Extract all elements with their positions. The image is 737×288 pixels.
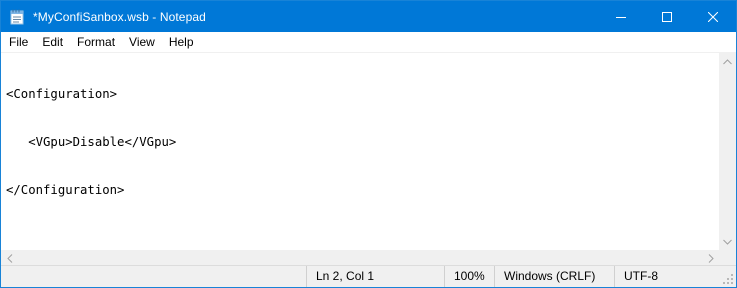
scroll-up-arrow[interactable] [719,53,736,70]
status-cursor-position: Ln 2, Col 1 [306,266,374,287]
text-line: <VGpu>Disable</VGpu> [6,135,177,149]
title-bar[interactable]: *MyConfiSanbox.wsb - Notepad [1,1,736,32]
close-button[interactable] [690,1,736,32]
status-line-endings: Windows (CRLF) [494,266,595,287]
caption-buttons [598,1,736,32]
status-bar: Ln 2, Col 1 100% Windows (CRLF) UTF-8 [1,265,736,287]
chevron-left-icon [6,254,12,263]
chevron-up-icon [723,58,732,64]
text-line: <Configuration> [6,87,118,101]
status-zoom: 100% [444,266,485,287]
menu-bar: File Edit Format View Help [1,32,736,52]
menu-format[interactable]: Format [70,32,122,52]
text-line: </Configuration> [6,183,125,197]
menu-edit[interactable]: Edit [35,32,70,52]
minimize-icon [616,16,626,18]
window-title: *MyConfiSanbox.wsb - Notepad [33,9,206,24]
vertical-scrollbar[interactable] [719,53,736,250]
maximize-button[interactable] [644,1,690,32]
resize-grip-icon[interactable] [723,274,734,285]
chevron-down-icon [723,239,732,245]
maximize-icon [662,11,672,22]
menu-file[interactable]: File [2,32,35,52]
chevron-right-icon [708,254,714,263]
minimize-button[interactable] [598,1,644,32]
text-editor[interactable]: <Configuration> <VGpu>Disable</VGpu> </C… [1,53,719,250]
notepad-icon [9,9,25,25]
scroll-down-arrow[interactable] [719,233,736,250]
status-encoding: UTF-8 [614,266,658,287]
menu-help[interactable]: Help [162,32,201,52]
notepad-window: *MyConfiSanbox.wsb - Notepad File Edit F… [0,0,737,288]
editor-area: <Configuration> <VGpu>Disable</VGpu> </C… [1,52,736,267]
menu-view[interactable]: View [122,32,162,52]
close-icon [708,11,718,22]
